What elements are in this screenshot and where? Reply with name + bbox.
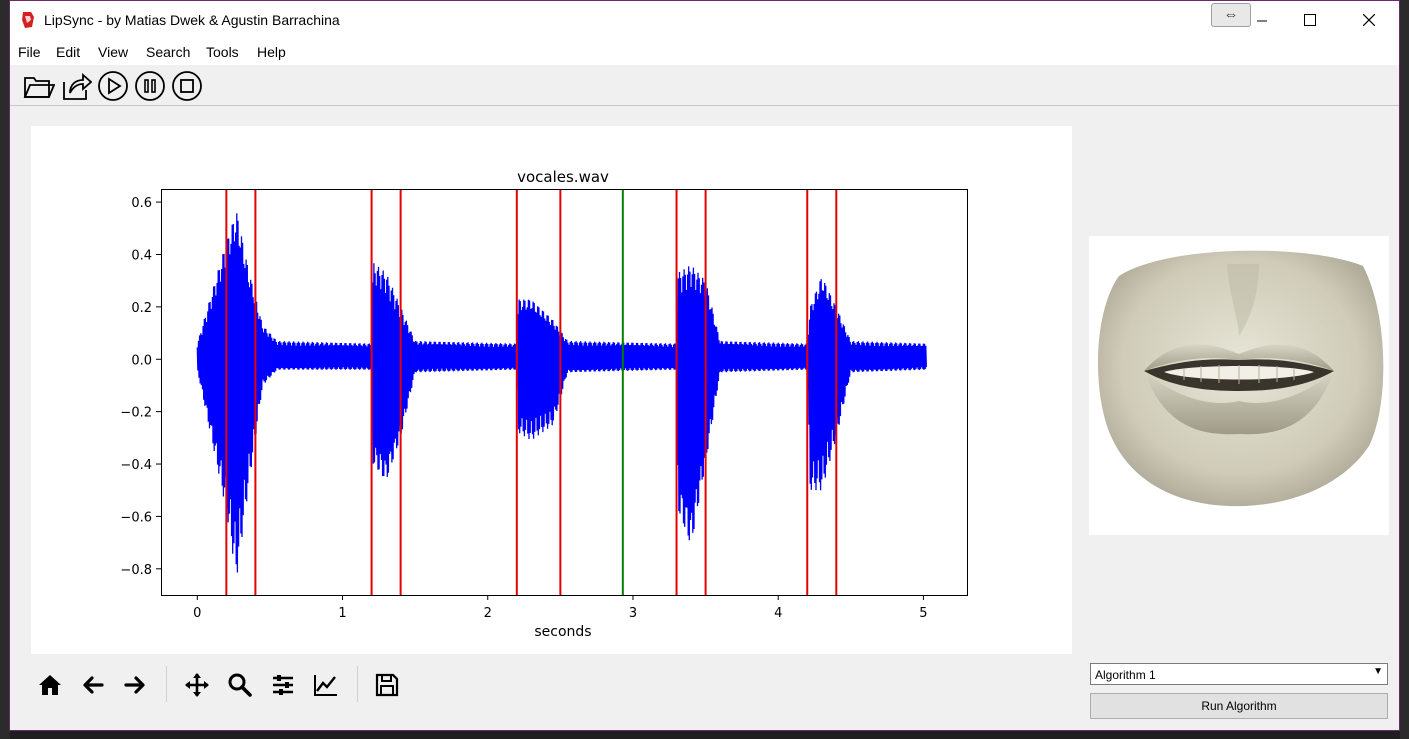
x-tick-label: 0: [193, 606, 201, 621]
app-logo-icon: [22, 12, 34, 28]
open-folder-icon[interactable]: [23, 70, 55, 102]
chevron-down-icon: ▼: [1373, 666, 1383, 677]
export-icon[interactable]: [60, 70, 92, 102]
y-tick-label: 0.0: [131, 353, 152, 368]
toolbar-separator: [166, 666, 167, 702]
menu-tools[interactable]: Tools: [206, 44, 239, 60]
app-window: LipSync - by Matias Dwek & Agustin Barra…: [9, 0, 1400, 731]
background-right: [1400, 0, 1409, 739]
chart-title: vocales.wav: [517, 168, 609, 186]
title-bar: LipSync - by Matias Dwek & Agustin Barra…: [10, 1, 1399, 39]
x-tick-label: 5: [919, 606, 927, 621]
y-tick-label: 0.2: [131, 301, 152, 316]
y-tick-label: −0.2: [120, 406, 152, 421]
x-tick-label: 4: [774, 606, 782, 621]
algorithm-select[interactable]: Algorithm 1 ▼: [1090, 663, 1388, 685]
stop-icon[interactable]: [171, 70, 203, 102]
waveform-series-0: [196, 213, 927, 573]
menu-file[interactable]: File: [18, 44, 41, 60]
toolbar-separator: [357, 666, 358, 702]
maximize-icon: [1304, 14, 1316, 26]
run-algorithm-button[interactable]: Run Algorithm: [1090, 693, 1388, 719]
plot-frame: [161, 189, 968, 596]
y-tick-label: −0.8: [120, 563, 152, 578]
y-tick-label: −0.4: [120, 458, 152, 473]
menu-edit[interactable]: Edit: [56, 44, 80, 60]
x-tick-label: 2: [484, 606, 492, 621]
chart-xlabel: seconds: [534, 624, 591, 640]
waveform-layer: [196, 213, 927, 573]
minimize-icon: [1256, 20, 1267, 21]
waveform-chart[interactable]: vocales.wav seconds 0 1 2 3 4 5 0.6 0.4 0.2 0.0 −0…: [31, 126, 1072, 654]
save-icon[interactable]: [374, 672, 400, 698]
close-button[interactable]: [1346, 1, 1392, 39]
pause-icon[interactable]: [134, 70, 166, 102]
pan-icon[interactable]: [184, 672, 210, 698]
menu-view[interactable]: View: [98, 44, 128, 60]
zoom-icon[interactable]: [227, 672, 253, 698]
x-tick-label: 1: [338, 606, 346, 621]
configure-subplots-icon[interactable]: [270, 672, 296, 698]
y-tick-label: −0.6: [120, 510, 152, 525]
y-tick-label: 0.4: [131, 248, 152, 263]
menu-bar: File Edit View Search Tools Help: [10, 39, 1399, 65]
y-tick-label: 0.6: [131, 196, 152, 211]
main-toolbar: [10, 65, 1399, 106]
play-icon[interactable]: [97, 70, 129, 102]
back-icon[interactable]: [80, 672, 106, 698]
window-title: LipSync - by Matias Dwek & Agustin Barra…: [44, 12, 340, 28]
close-icon: [1363, 14, 1375, 26]
plot-navigation-toolbar: [31, 656, 1072, 716]
mouth-preview: [1089, 236, 1389, 535]
minimize-button[interactable]: [1239, 1, 1285, 39]
home-icon[interactable]: [37, 672, 63, 698]
menu-search[interactable]: Search: [146, 44, 190, 60]
edit-axis-icon[interactable]: [313, 672, 339, 698]
algorithm-select-value: Algorithm 1: [1095, 668, 1156, 682]
forward-icon[interactable]: [122, 672, 148, 698]
x-tick-label: 3: [629, 606, 637, 621]
mouth-image: [1097, 250, 1384, 507]
menu-help[interactable]: Help: [257, 44, 286, 60]
maximize-button[interactable]: [1287, 1, 1333, 39]
waveform-figure: vocales.wav seconds 0 1 2 3 4 5 0.6 0.4 0.2 0.0 −0…: [31, 126, 1072, 654]
